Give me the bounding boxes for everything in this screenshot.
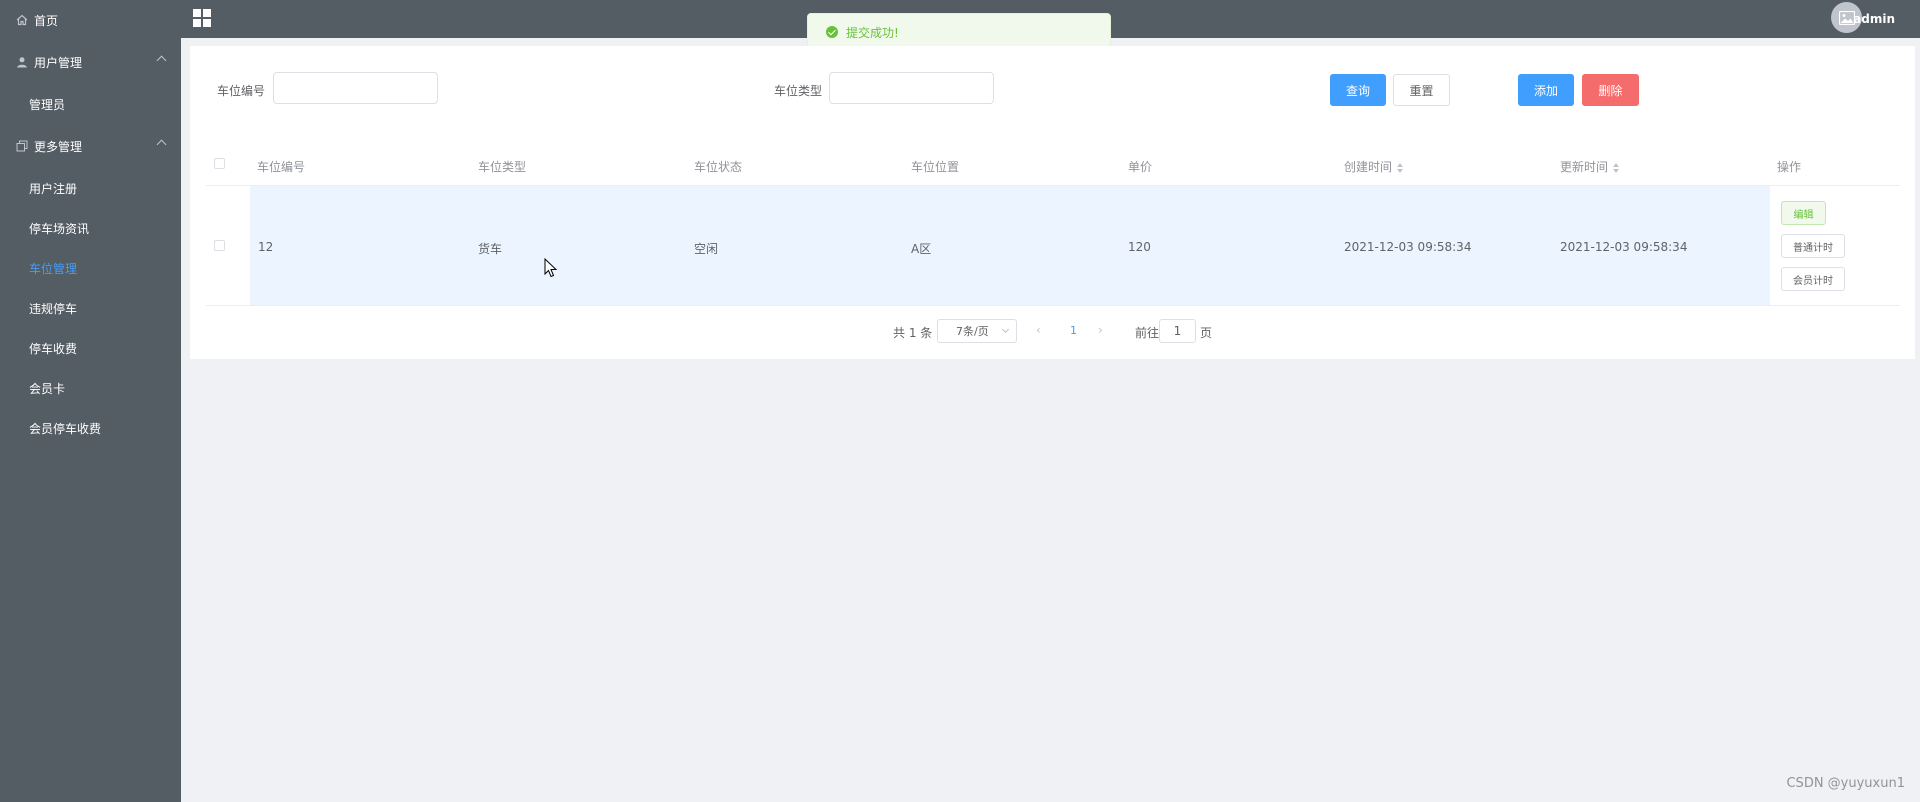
page-size-value: 7条/页 (956, 325, 989, 338)
cell-created: 2021-12-03 09:58:34 (1344, 240, 1472, 254)
column-header-created[interactable]: 创建时间 (1344, 158, 1404, 175)
user-icon (16, 56, 28, 68)
sidebar-item-label: 会员停车收费 (29, 421, 102, 436)
member-timing-button[interactable]: 会员计时 (1781, 267, 1845, 291)
sidebar-item-label: 停车收费 (29, 341, 78, 356)
goto-page-input[interactable]: 1 (1159, 319, 1196, 343)
space-type-input[interactable] (829, 72, 994, 104)
column-header-location: 车位位置 (911, 160, 960, 174)
table-header: 车位编号 车位类型 车位状态 车位位置 单价 创建时间 更新时间 操作 (206, 142, 1900, 186)
main-panel: 车位编号 车位类型 查询 重置 添加 删除 车位编号 车位类型 车位状态 车位位… (190, 46, 1915, 359)
page-size-select[interactable]: 7条/页 (937, 319, 1017, 343)
page-number[interactable]: 1 (1070, 324, 1077, 337)
column-header-number: 车位编号 (257, 160, 306, 174)
cell-type: 货车 (478, 242, 503, 256)
sidebar-group-label: 更多管理 (34, 139, 83, 154)
reset-button[interactable]: 重置 (1393, 74, 1450, 106)
prev-page-icon[interactable]: ‹ (1036, 323, 1041, 337)
pagination-total: 共 1 条 (893, 326, 933, 340)
column-header-label: 创建时间 (1344, 160, 1393, 174)
column-header-price: 单价 (1128, 160, 1153, 174)
sidebar-item-admin[interactable]: 管理员 (0, 84, 181, 124)
space-number-input[interactable] (273, 72, 438, 104)
sidebar-item-label: 车位管理 (29, 261, 78, 276)
sidebar-item-label: 违规停车 (29, 301, 78, 316)
sidebar-item-label: 会员卡 (29, 381, 66, 396)
column-header-type: 车位类型 (478, 160, 527, 174)
normal-timing-button[interactable]: 普通计时 (1781, 234, 1845, 258)
sidebar-group-label: 用户管理 (34, 55, 83, 70)
sidebar-item-user-register[interactable]: 用户注册 (0, 168, 181, 208)
sidebar-item-label: 管理员 (29, 97, 66, 112)
sort-icon[interactable] (1613, 162, 1620, 173)
cell-location: A区 (911, 242, 932, 256)
sidebar-item-violation[interactable]: 违规停车 (0, 288, 181, 328)
delete-button[interactable]: 删除 (1582, 74, 1639, 106)
home-icon (16, 14, 28, 26)
chevron-up-icon (156, 139, 167, 150)
sidebar-item-label: 首页 (34, 13, 59, 28)
check-circle-icon (826, 26, 838, 38)
cell-status: 空闲 (694, 242, 719, 256)
next-page-icon[interactable]: › (1098, 323, 1103, 337)
chevron-up-icon (156, 55, 167, 66)
copy-icon (16, 140, 28, 152)
pagination: 共 1 条 7条/页 ‹ 1 › 前往 1 页 (190, 319, 1915, 343)
sidebar: 首页 用户管理 管理员 更多管理 用户注册 停车场资讯 车位管理 违规停车 停车… (0, 0, 181, 802)
sort-icon[interactable] (1397, 162, 1404, 173)
goto-label: 前往 (1135, 326, 1160, 340)
mouse-cursor-icon (544, 258, 558, 278)
sidebar-item-space-management[interactable]: 车位管理 (0, 248, 181, 288)
menu-toggle-icon[interactable] (193, 9, 211, 27)
sidebar-item-label: 停车场资讯 (29, 221, 90, 236)
username[interactable]: admin (1853, 12, 1895, 26)
page-suffix: 页 (1200, 326, 1213, 340)
watermark: CSDN @yuyuxun1 (1786, 776, 1905, 791)
column-header-status: 车位状态 (694, 160, 743, 174)
cell-updated: 2021-12-03 09:58:34 (1560, 240, 1688, 254)
sidebar-group-more-management[interactable]: 更多管理 (0, 124, 181, 168)
sidebar-item-label: 用户注册 (29, 181, 78, 196)
sidebar-item-member-card[interactable]: 会员卡 (0, 368, 181, 408)
cell-price: 120 (1128, 240, 1151, 254)
sidebar-item-parking-fee[interactable]: 停车收费 (0, 328, 181, 368)
space-number-label: 车位编号 (217, 84, 266, 98)
cell-number: 12 (258, 240, 274, 254)
query-button[interactable]: 查询 (1330, 74, 1386, 106)
select-all-checkbox[interactable] (214, 158, 225, 169)
parking-space-table: 车位编号 车位类型 车位状态 车位位置 单价 创建时间 更新时间 操作 12 货… (206, 142, 1900, 306)
column-header-updated[interactable]: 更新时间 (1560, 158, 1620, 175)
sidebar-item-home[interactable]: 首页 (0, 0, 181, 40)
column-header-actions: 操作 (1777, 160, 1802, 174)
edit-button[interactable]: 编辑 (1781, 201, 1826, 225)
space-type-label: 车位类型 (774, 84, 823, 98)
row-checkbox[interactable] (214, 240, 225, 251)
sidebar-group-user-management[interactable]: 用户管理 (0, 40, 181, 84)
image-icon (1838, 10, 1855, 25)
add-button[interactable]: 添加 (1518, 74, 1574, 106)
sidebar-item-member-parking-fee[interactable]: 会员停车收费 (0, 408, 181, 448)
table-row: 12 货车 空闲 A区 120 2021-12-03 09:58:34 2021… (206, 186, 1900, 306)
column-header-label: 更新时间 (1560, 160, 1609, 174)
toast-message: 提交成功! (846, 25, 899, 40)
sidebar-item-parking-info[interactable]: 停车场资讯 (0, 208, 181, 248)
chevron-down-icon (1001, 325, 1010, 334)
